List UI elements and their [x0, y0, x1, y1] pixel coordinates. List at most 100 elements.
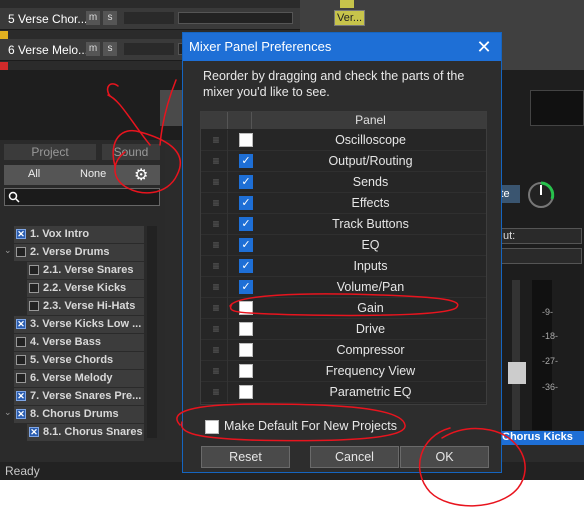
panel-row[interactable]: ≡ ✓ Inputs	[201, 256, 486, 277]
panel-label: Compressor	[336, 343, 405, 357]
transport-button[interactable]	[160, 90, 184, 126]
track-visibility-checkbox[interactable]	[29, 265, 39, 276]
panel-row[interactable]: ≡ ✓ Track Buttons	[201, 214, 486, 235]
panel-row[interactable]: ≡ Drive	[201, 319, 486, 340]
filter-all[interactable]: All	[28, 168, 40, 180]
track-visibility-checkbox[interactable]: ✕	[29, 427, 39, 438]
gear-icon[interactable]: ⚙	[134, 165, 148, 185]
panel-list-header: Panel	[201, 112, 486, 129]
track-tree-item[interactable]: 4. Verse Bass	[14, 334, 144, 351]
fader-handle[interactable]	[508, 362, 526, 384]
track-tree-item[interactable]: ✕ 8. Chorus Drums	[14, 406, 144, 423]
panel-label: Gain	[357, 301, 384, 315]
clip[interactable]: Ver...	[334, 10, 366, 26]
drag-handle-icon[interactable]: ≡	[210, 365, 222, 377]
track-fader[interactable]	[178, 12, 293, 24]
collapse-arrow-icon[interactable]: ⌄	[4, 245, 12, 256]
panel-checkbox[interactable]	[239, 364, 253, 378]
mute-button[interactable]: m	[86, 42, 100, 56]
drag-handle-icon[interactable]: ≡	[210, 281, 222, 293]
cancel-button[interactable]: Cancel	[310, 446, 399, 468]
drag-handle-icon[interactable]: ≡	[210, 176, 222, 188]
browser-scrollbar[interactable]	[147, 226, 157, 438]
track-visibility-checkbox[interactable]: ✕	[16, 319, 26, 330]
dialog-titlebar[interactable]: Mixer Panel Preferences ✕	[183, 33, 501, 61]
panel-checkbox[interactable]	[239, 322, 253, 336]
filter-none[interactable]: None	[80, 168, 106, 180]
tab-project[interactable]: Project	[4, 144, 96, 160]
drag-handle-icon[interactable]: ≡	[210, 344, 222, 356]
panel-row[interactable]: ≡ ✓ Volume/Pan	[201, 277, 486, 298]
make-default-checkbox[interactable]	[205, 420, 219, 434]
search-input[interactable]	[4, 188, 160, 206]
reset-button[interactable]: Reset	[201, 446, 290, 468]
mute-button[interactable]: m	[86, 11, 100, 25]
track-tree-item[interactable]: 2.2. Verse Kicks	[27, 280, 144, 297]
track-tree-item[interactable]: ✕ 8.1. Chorus Snares	[27, 424, 144, 441]
track-tree-item[interactable]: 5. Verse Chords	[14, 352, 144, 369]
track-visibility-checkbox[interactable]	[16, 373, 26, 384]
drag-handle-icon[interactable]: ≡	[210, 323, 222, 335]
panel-label: Effects	[351, 196, 390, 210]
panel-checkbox[interactable]	[239, 133, 253, 147]
panel-row[interactable]: ≡ Oscilloscope	[201, 130, 486, 151]
track-tree-label: 3. Verse Kicks Low ...	[30, 318, 142, 330]
panel-checkbox[interactable]: ✓	[239, 217, 253, 231]
panel-checkbox[interactable]: ✓	[239, 175, 253, 189]
panel-checkbox[interactable]: ✓	[239, 280, 253, 294]
panel-checkbox[interactable]: ✓	[239, 196, 253, 210]
close-icon[interactable]: ✕	[473, 36, 495, 58]
panel-row[interactable]: ≡ ✓ Effects	[201, 193, 486, 214]
solo-button[interactable]: s	[103, 42, 117, 56]
panel-checkbox[interactable]: ✓	[239, 238, 253, 252]
track-visibility-checkbox[interactable]: ✕	[16, 409, 26, 420]
drag-handle-icon[interactable]: ≡	[210, 386, 222, 398]
track-tree-item[interactable]: 6. Verse Melody	[14, 370, 144, 387]
drag-handle-icon[interactable]: ≡	[210, 155, 222, 167]
pan-knob-icon[interactable]	[526, 180, 556, 210]
drag-handle-icon[interactable]: ≡	[210, 134, 222, 146]
drag-handle-icon[interactable]: ≡	[210, 239, 222, 251]
track-visibility-checkbox[interactable]	[16, 337, 26, 348]
panel-row[interactable]: ≡ Parametric EQ	[201, 382, 486, 403]
track-visibility-checkbox[interactable]	[16, 247, 26, 258]
panel-row[interactable]: ≡ ✓ Sends	[201, 172, 486, 193]
panel-label: Sends	[352, 175, 389, 189]
track-tree-item[interactable]: 2.3. Verse Hi-Hats	[27, 298, 144, 315]
panel-checkbox[interactable]	[239, 385, 253, 399]
input-select[interactable]: ut:	[500, 228, 582, 244]
panel-checkbox[interactable]	[239, 343, 253, 357]
collapse-arrow-icon[interactable]: ⌄	[4, 407, 12, 418]
clip[interactable]	[340, 0, 354, 8]
drag-handle-icon[interactable]: ≡	[210, 218, 222, 230]
track-visibility-checkbox[interactable]: ✕	[16, 391, 26, 402]
track-tree-item[interactable]: 2.1. Verse Snares	[27, 262, 144, 279]
input-label: ut:	[503, 230, 516, 242]
drag-handle-icon[interactable]: ≡	[210, 302, 222, 314]
panel-label: Drive	[355, 322, 386, 336]
panel-row[interactable]: ≡ Frequency View	[201, 361, 486, 382]
track-tree-item[interactable]: ✕ 1. Vox Intro	[14, 226, 144, 243]
drag-handle-icon[interactable]: ≡	[210, 260, 222, 272]
panel-checkbox[interactable]	[239, 301, 253, 315]
track-visibility-checkbox[interactable]	[16, 355, 26, 366]
tab-sound[interactable]: Sound	[102, 144, 160, 160]
ok-button[interactable]: OK	[400, 446, 489, 468]
track-tree-item[interactable]: ✕ 3. Verse Kicks Low ...	[14, 316, 144, 333]
panel-checkbox[interactable]: ✓	[239, 259, 253, 273]
track-tree-item[interactable]: ✕ 7. Verse Snares Pre...	[14, 388, 144, 405]
input-select[interactable]	[500, 248, 582, 264]
solo-button[interactable]: s	[103, 11, 117, 25]
panel-row[interactable]: ≡ Compressor	[201, 340, 486, 361]
track-row[interactable]: 5 Verse Chor... m s	[0, 8, 300, 30]
panel-checkbox[interactable]: ✓	[239, 154, 253, 168]
drag-handle-icon[interactable]: ≡	[210, 197, 222, 209]
track-visibility-checkbox[interactable]: ✕	[16, 229, 26, 240]
panel-row[interactable]: ≡ Gain	[201, 298, 486, 319]
mixer-track-label[interactable]: Chorus Kicks	[490, 431, 584, 445]
panel-row[interactable]: ≡ ✓ EQ	[201, 235, 486, 256]
track-tree-item[interactable]: 2. Verse Drums	[14, 244, 144, 261]
panel-row[interactable]: ≡ ✓ Output/Routing	[201, 151, 486, 172]
track-visibility-checkbox[interactable]	[29, 301, 39, 312]
track-visibility-checkbox[interactable]	[29, 283, 39, 294]
